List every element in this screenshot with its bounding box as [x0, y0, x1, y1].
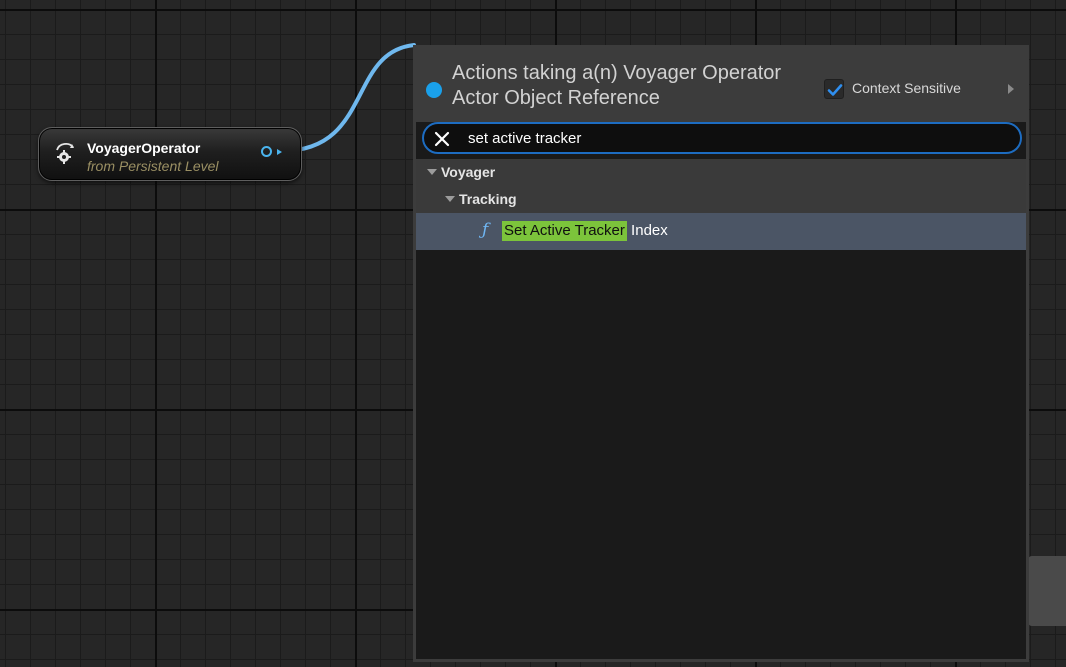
search-input[interactable] [468, 127, 1008, 149]
action-menu-title: Actions taking a(n) Voyager Operator Act… [452, 62, 782, 109]
close-icon[interactable] [434, 131, 450, 147]
function-icon: ƒ [482, 220, 489, 240]
expand-triangle-icon[interactable] [427, 169, 437, 175]
search-box[interactable] [422, 122, 1022, 154]
tree-category-voyager[interactable]: Voyager [416, 159, 1026, 186]
checkmark-icon [827, 84, 843, 96]
actor-icon [56, 143, 74, 164]
tree-category-label: Voyager [441, 164, 496, 180]
action-menu: Actions taking a(n) Voyager Operator Act… [413, 45, 1029, 662]
tree-category-tracking[interactable]: Tracking [416, 186, 1026, 213]
action-results-tree: Voyager Tracking ƒ Set Active Tracker In… [416, 159, 1026, 250]
action-menu-header: Actions taking a(n) Voyager Operator Act… [416, 47, 1026, 122]
object-reference-pin-icon [426, 82, 442, 98]
tree-category-label: Tracking [459, 191, 517, 207]
actor-reference-node[interactable]: VoyagerOperator from Persistent Level [38, 127, 302, 181]
action-item-label-rest: Index [626, 222, 668, 239]
output-pin-arrow-icon [277, 149, 282, 155]
output-pin[interactable] [261, 146, 272, 157]
action-item-set-active-tracker-index[interactable]: ƒ Set Active Tracker Index [416, 213, 1026, 250]
context-sensitive-checkbox[interactable] [824, 79, 844, 99]
context-sensitive-label[interactable]: Context Sensitive [852, 80, 961, 96]
partial-graph-node[interactable] [1028, 556, 1066, 626]
caret-right-icon[interactable] [1008, 84, 1014, 94]
action-item-label: Set Active Tracker Index [502, 221, 668, 241]
actor-node-title: VoyagerOperator [87, 140, 201, 156]
expand-triangle-icon[interactable] [445, 196, 455, 202]
search-match-highlight: Set Active Tracker [502, 221, 627, 241]
actor-node-subtitle: from Persistent Level [87, 158, 219, 174]
